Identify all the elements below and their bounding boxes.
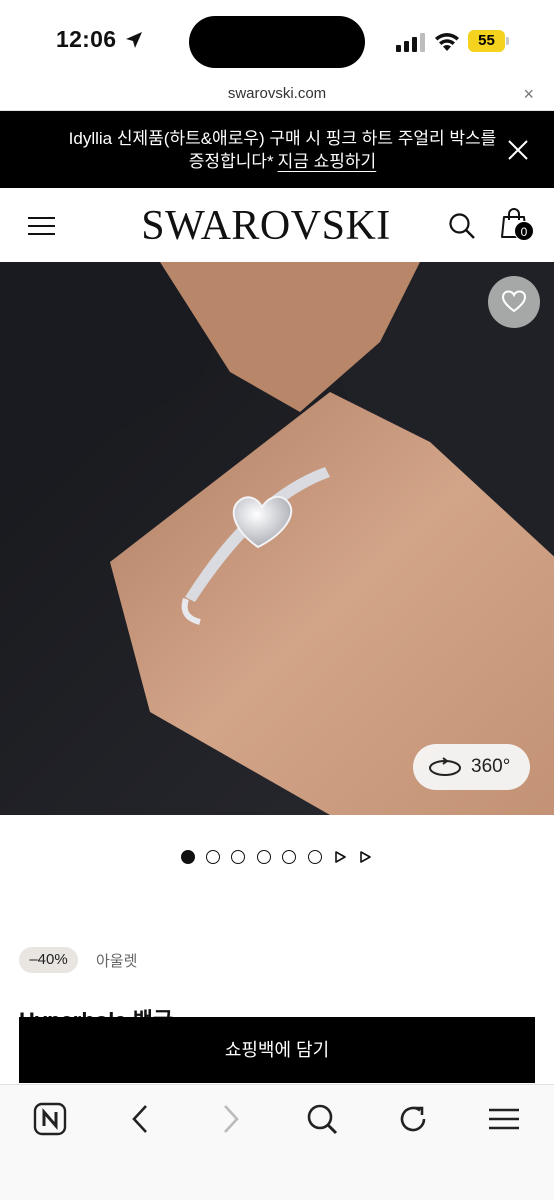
bracelet-on-wrist-photo bbox=[0, 262, 554, 815]
carousel-dot[interactable] bbox=[231, 850, 245, 864]
view-360-button[interactable]: 360° bbox=[413, 744, 530, 790]
search-icon[interactable] bbox=[448, 212, 476, 240]
carousel-dot[interactable] bbox=[282, 850, 296, 864]
battery-level: 55 bbox=[468, 30, 505, 52]
carousel-dot[interactable] bbox=[257, 850, 271, 864]
bag-count-badge: 0 bbox=[514, 221, 534, 241]
promo-message-block: Idyllia 신제품(하트&애로우) 구매 시 핑크 하트 주얼리 박스를 증… bbox=[60, 127, 505, 173]
heart-icon bbox=[501, 290, 527, 313]
cellular-signal-icon bbox=[396, 33, 425, 52]
product-category-label: 아울렛 bbox=[96, 953, 138, 970]
forward-icon[interactable] bbox=[213, 1101, 249, 1137]
carousel-video-play-icon[interactable] bbox=[334, 851, 346, 863]
shopping-bag-icon[interactable]: 0 bbox=[500, 208, 536, 242]
carousel-pagination bbox=[181, 850, 381, 866]
carousel-dot[interactable] bbox=[206, 850, 220, 864]
status-time: 12:06 bbox=[56, 26, 117, 52]
site-header: SWAROVSKI 0 bbox=[0, 188, 554, 262]
url-text[interactable]: swarovski.com bbox=[0, 85, 554, 102]
promo-banner: Idyllia 신제품(하트&애로우) 구매 시 핑크 하트 주얼리 박스를 증… bbox=[0, 111, 554, 188]
wishlist-button[interactable] bbox=[488, 276, 540, 328]
rotate-360-icon bbox=[429, 757, 461, 776]
search-icon[interactable] bbox=[304, 1101, 340, 1137]
location-arrow-icon bbox=[126, 32, 142, 48]
carousel-video-play-icon[interactable] bbox=[359, 851, 371, 863]
view-360-label: 360° bbox=[471, 756, 511, 777]
dynamic-island bbox=[189, 16, 365, 68]
product-hero-image[interactable] bbox=[0, 262, 554, 815]
promo-shop-now-link[interactable]: 지금 쇼핑하기 bbox=[278, 152, 377, 171]
back-icon[interactable] bbox=[122, 1101, 158, 1137]
battery-icon: 55 bbox=[468, 30, 510, 52]
add-to-bag-button[interactable]: 쇼핑백에 담기 bbox=[19, 1017, 535, 1083]
carousel-dot[interactable] bbox=[308, 850, 322, 864]
browser-toolbar bbox=[0, 1084, 554, 1200]
browser-url-bar[interactable]: swarovski.com × bbox=[0, 80, 554, 111]
promo-close-icon[interactable] bbox=[506, 138, 530, 162]
menu-icon[interactable] bbox=[486, 1101, 522, 1137]
url-close-icon[interactable]: × bbox=[523, 85, 534, 103]
carousel-dot[interactable] bbox=[181, 850, 195, 864]
status-bar: 12:06 55 bbox=[0, 0, 554, 80]
naver-home-icon[interactable] bbox=[32, 1101, 68, 1137]
discount-badge: –40% bbox=[19, 947, 78, 973]
battery-tip bbox=[506, 37, 509, 45]
refresh-icon[interactable] bbox=[395, 1101, 431, 1137]
wifi-icon bbox=[435, 33, 459, 51]
